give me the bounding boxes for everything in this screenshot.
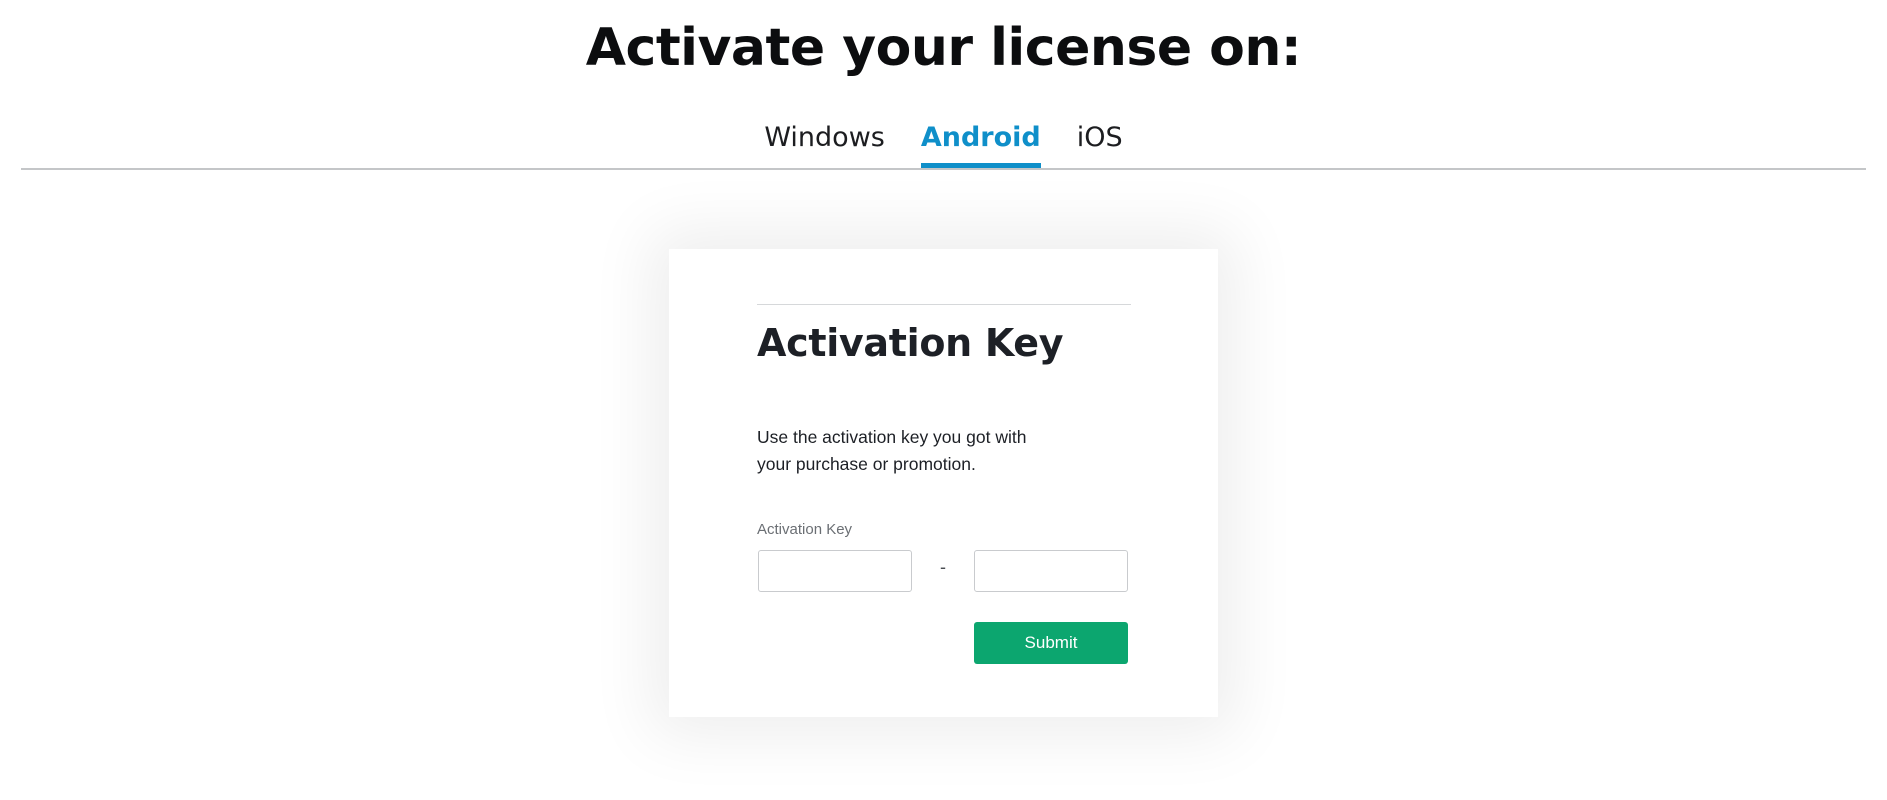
platform-tabs: Windows Android iOS: [0, 120, 1887, 170]
tabs-divider: [21, 168, 1866, 170]
page-title: Activate your license on:: [585, 18, 1302, 78]
key-separator: -: [940, 557, 946, 577]
tab-ios[interactable]: iOS: [1077, 120, 1123, 168]
activation-card: Activation Key Use the activation key yo…: [669, 249, 1218, 717]
card-heading: Activation Key: [757, 321, 1064, 365]
card-description: Use the activation key you got with your…: [757, 424, 1057, 478]
description-line-1: Use the activation key you got with: [757, 427, 1027, 447]
activation-key-part2-input[interactable]: [974, 550, 1128, 592]
description-line-2: your purchase or promotion.: [757, 454, 976, 474]
submit-button[interactable]: Submit: [974, 622, 1128, 664]
tab-android[interactable]: Android: [920, 120, 1041, 168]
activation-key-label: Activation Key: [757, 521, 853, 538]
activation-key-part1-input[interactable]: [758, 550, 912, 592]
tab-windows[interactable]: Windows: [764, 120, 885, 168]
card-top-rule: [757, 304, 1131, 305]
